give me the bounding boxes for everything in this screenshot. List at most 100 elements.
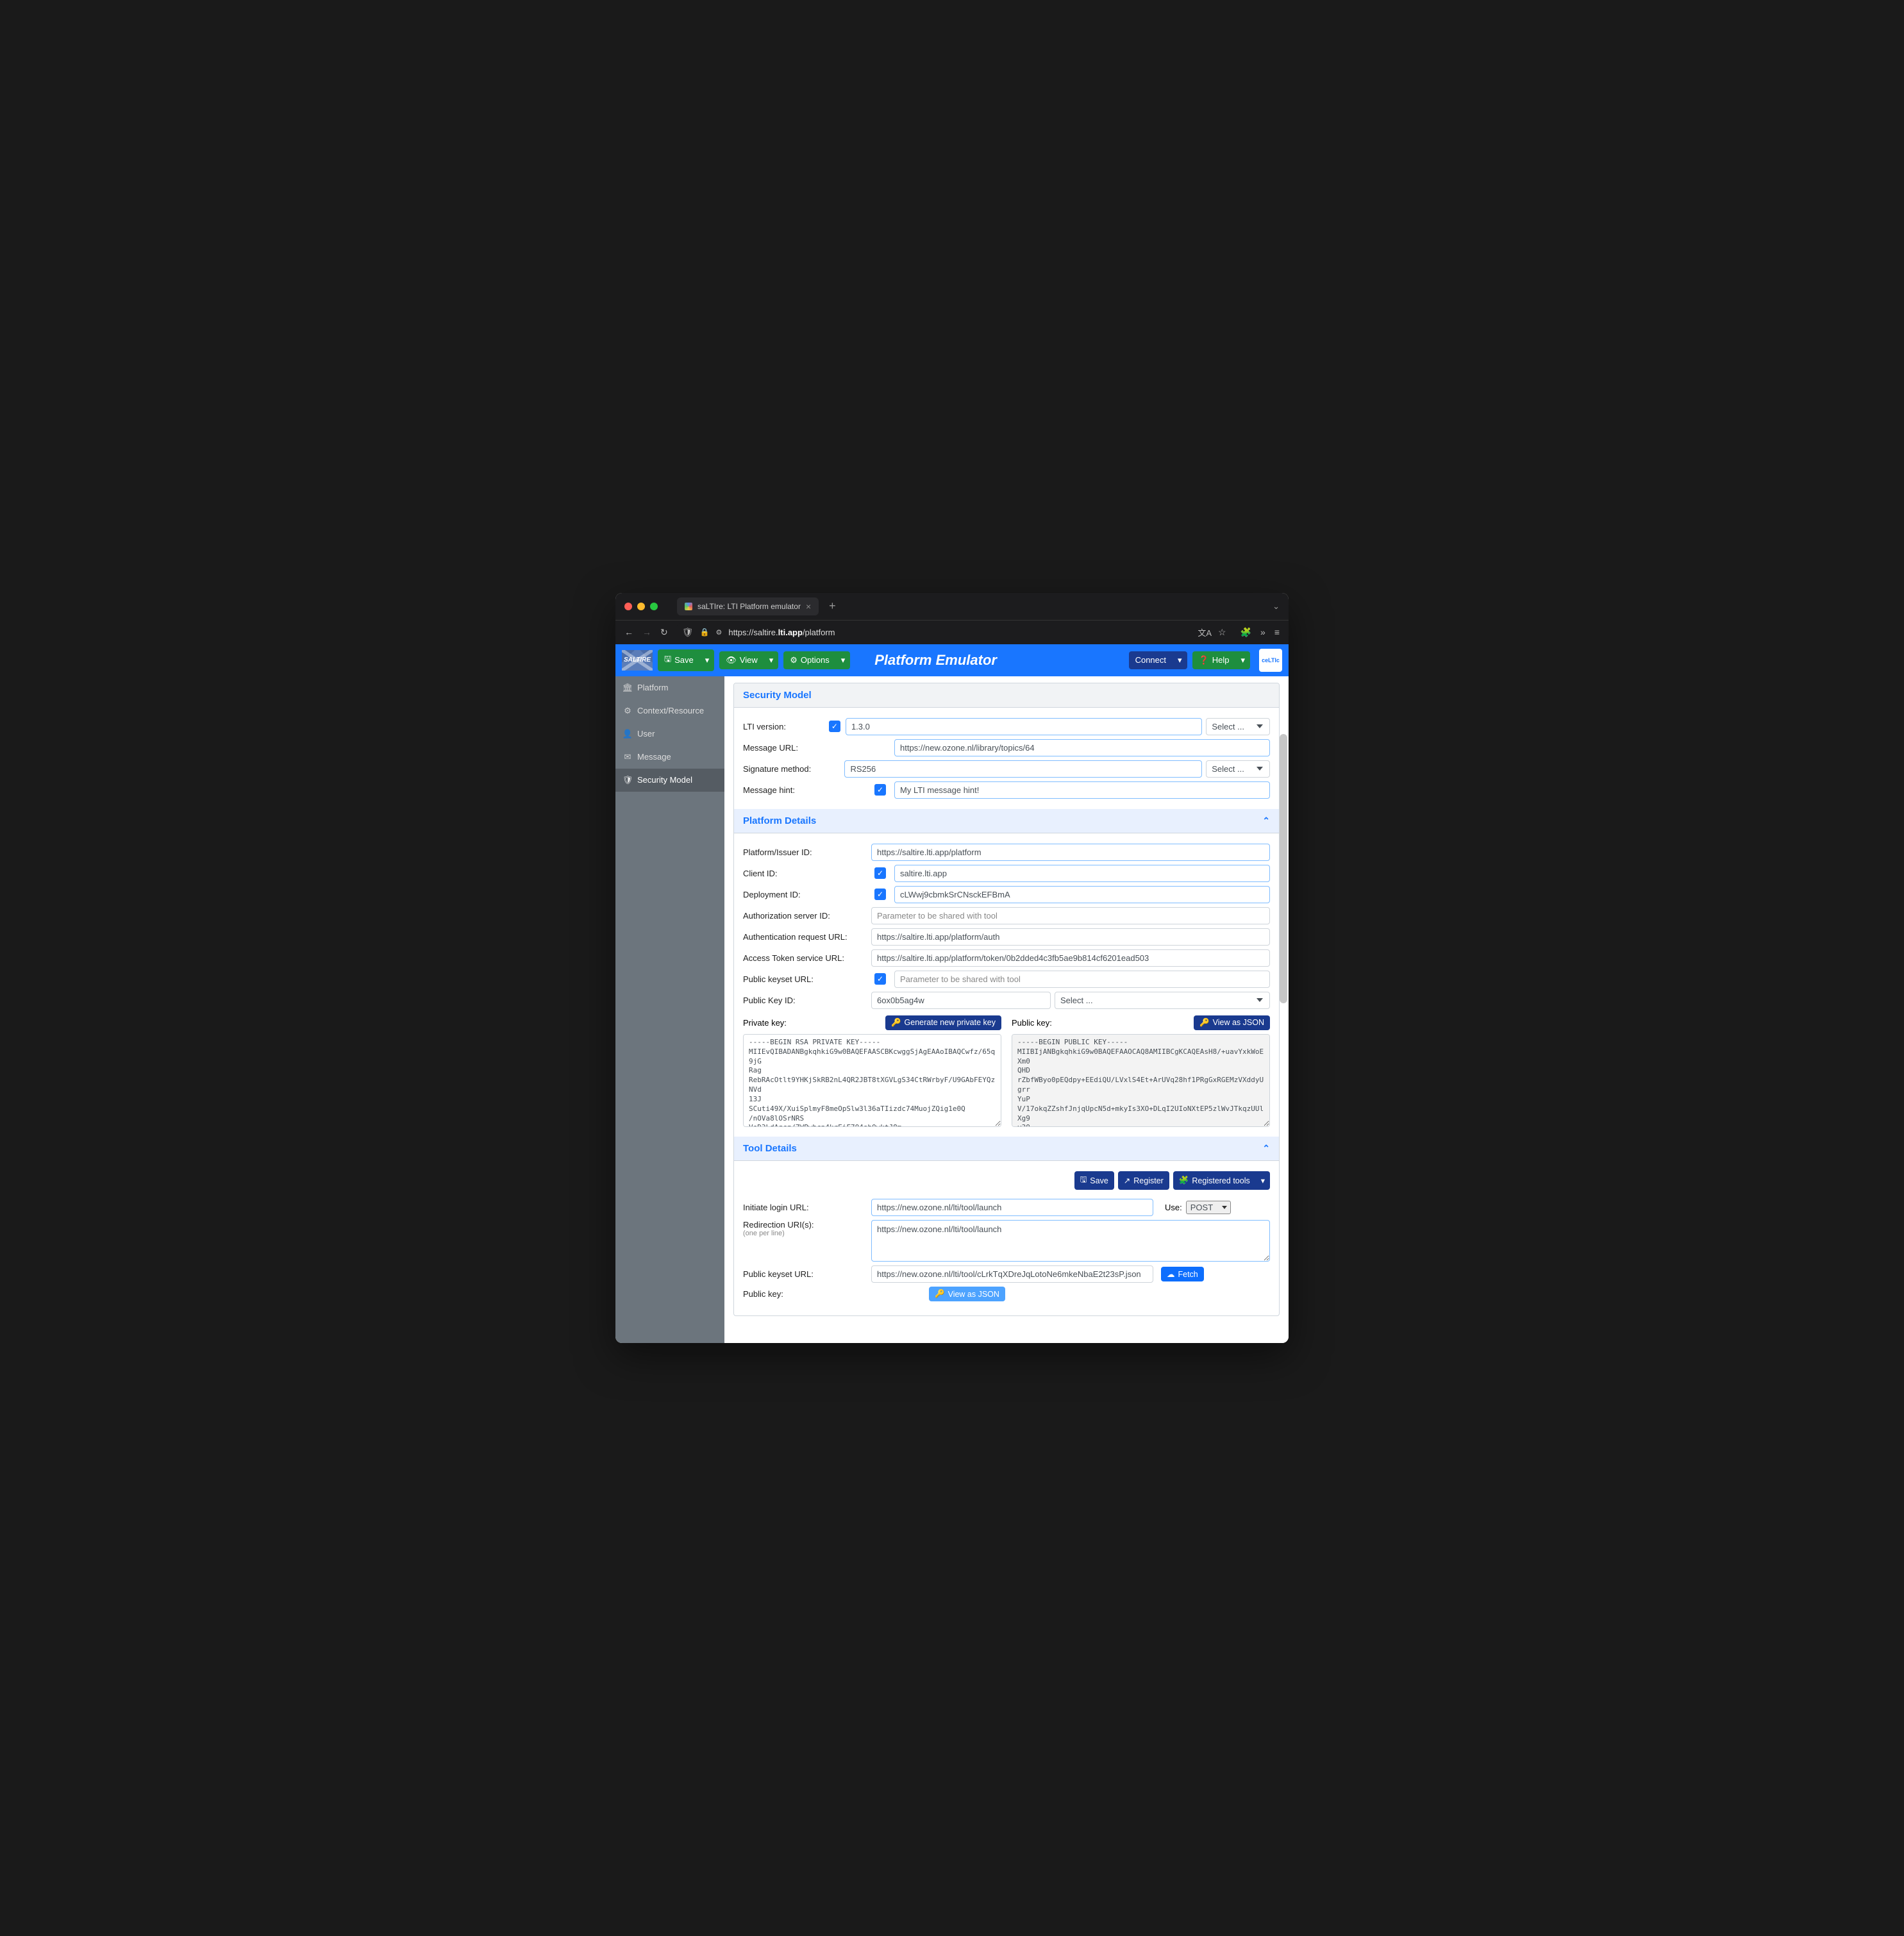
help-button[interactable]: ❓Help xyxy=(1192,651,1236,669)
gear-icon: ⚙ xyxy=(790,655,798,665)
message-hint-input[interactable] xyxy=(894,781,1270,799)
connect-dropdown[interactable]: ▾ xyxy=(1173,651,1187,669)
lti-version-input[interactable] xyxy=(846,718,1202,735)
message-hint-label: Message hint: xyxy=(743,785,871,795)
lti-version-select[interactable]: Select ... xyxy=(1206,718,1270,735)
browser-tab[interactable]: saLTIre: LTI Platform emulator × xyxy=(677,597,819,615)
client-checkbox[interactable]: ✓ xyxy=(874,867,886,879)
extensions-icon[interactable]: 🧩 xyxy=(1240,627,1251,638)
deploy-checkbox[interactable]: ✓ xyxy=(874,889,886,900)
registered-tools-button[interactable]: 🧩Registered tools xyxy=(1173,1171,1256,1190)
sidebar-item-platform[interactable]: 🏛Platform xyxy=(615,676,724,699)
tool-save-button[interactable]: 🖫Save xyxy=(1074,1171,1114,1190)
options-dropdown[interactable]: ▾ xyxy=(836,651,851,669)
lti-version-checkbox[interactable]: ✓ xyxy=(829,721,840,732)
url-bar[interactable]: 🛡 🔒 ⚙ https://saltire.lti.app/platform 文… xyxy=(677,623,1232,641)
sidebar-label: Message xyxy=(637,752,671,762)
help-dropdown[interactable]: ▾ xyxy=(1235,651,1250,669)
sig-method-input[interactable] xyxy=(844,760,1202,778)
minimize-window[interactable] xyxy=(637,603,645,610)
sidebar-item-user[interactable]: 👤User xyxy=(615,722,724,746)
redir-label: Redirection URI(s):(one per line) xyxy=(743,1220,871,1237)
keyid-select[interactable]: Select ... xyxy=(1055,992,1270,1009)
tabs-overflow-icon[interactable]: ⌄ xyxy=(1273,601,1280,612)
client-label: Client ID: xyxy=(743,869,871,878)
token-label: Access Token service URL: xyxy=(743,953,871,963)
shield-icon[interactable]: 🛡 xyxy=(682,627,694,638)
public-key-textarea[interactable] xyxy=(1012,1034,1270,1128)
app-topbar: SALTIRE 🖫Save ▾ 👁View ▾ ⚙Options ▾ Platf… xyxy=(615,644,1289,676)
authserver-input[interactable] xyxy=(871,907,1270,924)
tool-heading[interactable]: Tool Details⌃ xyxy=(734,1137,1279,1161)
scrollbar-thumb[interactable] xyxy=(1280,734,1287,1003)
chevron-up-icon: ⌃ xyxy=(1262,1143,1270,1154)
overflow-icon[interactable]: » xyxy=(1260,627,1265,637)
celtic-logo[interactable]: ceLTIc xyxy=(1259,649,1282,672)
keyset-label: Public keyset URL: xyxy=(743,974,871,984)
view-button[interactable]: 👁View xyxy=(719,651,764,669)
reload-icon[interactable]: ↻ xyxy=(660,627,668,638)
window-controls xyxy=(624,603,658,610)
pubkey-label: Public key: xyxy=(1012,1018,1194,1028)
maximize-window[interactable] xyxy=(650,603,658,610)
authreq-label: Authentication request URL: xyxy=(743,932,871,942)
authreq-input[interactable] xyxy=(871,928,1270,946)
keyset-checkbox[interactable]: ✓ xyxy=(874,973,886,985)
translate-icon[interactable]: 文A xyxy=(1198,626,1212,638)
connect-button[interactable]: Connect xyxy=(1129,651,1173,669)
authserver-label: Authorization server ID: xyxy=(743,911,871,921)
permissions-icon[interactable]: ⚙ xyxy=(715,628,722,637)
view-group: 👁View ▾ xyxy=(719,651,778,669)
close-window[interactable] xyxy=(624,603,632,610)
privkey-label: Private key: xyxy=(743,1018,885,1028)
view-dropdown[interactable]: ▾ xyxy=(764,651,779,669)
forward-icon: → xyxy=(642,627,651,637)
lock-icon[interactable]: 🔒 xyxy=(700,628,710,637)
private-key-textarea[interactable] xyxy=(743,1034,1001,1128)
key-icon: 🔑 xyxy=(891,1018,901,1028)
keyset-input[interactable] xyxy=(894,971,1270,988)
favicon-icon xyxy=(685,603,692,610)
issuer-input[interactable] xyxy=(871,844,1270,861)
keyid-input[interactable] xyxy=(871,992,1051,1009)
sidebar-label: Security Model xyxy=(637,775,692,785)
message-hint-checkbox[interactable]: ✓ xyxy=(874,784,886,796)
options-group: ⚙Options ▾ xyxy=(783,651,850,669)
use-label: Use: xyxy=(1165,1203,1182,1212)
options-button[interactable]: ⚙Options xyxy=(783,651,835,669)
menu-icon[interactable]: ≡ xyxy=(1274,627,1280,637)
app-logo[interactable]: SALTIRE xyxy=(622,650,653,671)
message-url-input[interactable] xyxy=(894,739,1270,756)
sidebar-item-message[interactable]: ✉Message xyxy=(615,746,724,769)
save-icon: 🖫 xyxy=(1080,1174,1087,1187)
tools-icon: 🧩 xyxy=(1179,1176,1189,1185)
fetch-button[interactable]: ☁Fetch xyxy=(1161,1267,1204,1281)
back-icon[interactable]: ← xyxy=(624,627,633,637)
tool-register-button[interactable]: ↗Register xyxy=(1118,1171,1169,1190)
token-input[interactable] xyxy=(871,949,1270,967)
bookmark-icon[interactable]: ☆ xyxy=(1218,627,1226,638)
sig-method-select[interactable]: Select ... xyxy=(1206,760,1270,778)
login-url-input[interactable] xyxy=(871,1199,1153,1216)
sidebar-item-security[interactable]: 🛡Security Model xyxy=(615,769,724,792)
tool-pubkey-label: Public key: xyxy=(743,1289,871,1299)
sidebar: 🏛Platform ⚙Context/Resource 👤User ✉Messa… xyxy=(615,676,724,1343)
generate-key-button[interactable]: 🔑Generate new private key xyxy=(885,1015,1001,1030)
save-button[interactable]: 🖫Save xyxy=(658,649,700,671)
deploy-input[interactable] xyxy=(894,886,1270,903)
save-dropdown[interactable]: ▾ xyxy=(700,649,715,671)
view-json-button[interactable]: 🔑View as JSON xyxy=(1194,1015,1270,1030)
chevron-up-icon: ⌃ xyxy=(1262,815,1270,826)
lti-version-label: LTI version: xyxy=(743,722,829,731)
redirection-textarea[interactable] xyxy=(871,1220,1270,1262)
registered-tools-dropdown[interactable]: ▾ xyxy=(1256,1171,1270,1190)
tool-view-json-button[interactable]: 🔑View as JSON xyxy=(929,1287,1005,1301)
use-method-select[interactable]: POST xyxy=(1186,1201,1231,1214)
new-tab-button[interactable]: + xyxy=(829,599,836,613)
close-tab-icon[interactable]: × xyxy=(806,601,811,612)
key-icon: 🔑 xyxy=(1199,1018,1210,1028)
sidebar-item-context[interactable]: ⚙Context/Resource xyxy=(615,699,724,722)
client-input[interactable] xyxy=(894,865,1270,882)
tool-keyset-input[interactable] xyxy=(871,1265,1153,1283)
platform-heading[interactable]: Platform Details⌃ xyxy=(734,809,1279,833)
